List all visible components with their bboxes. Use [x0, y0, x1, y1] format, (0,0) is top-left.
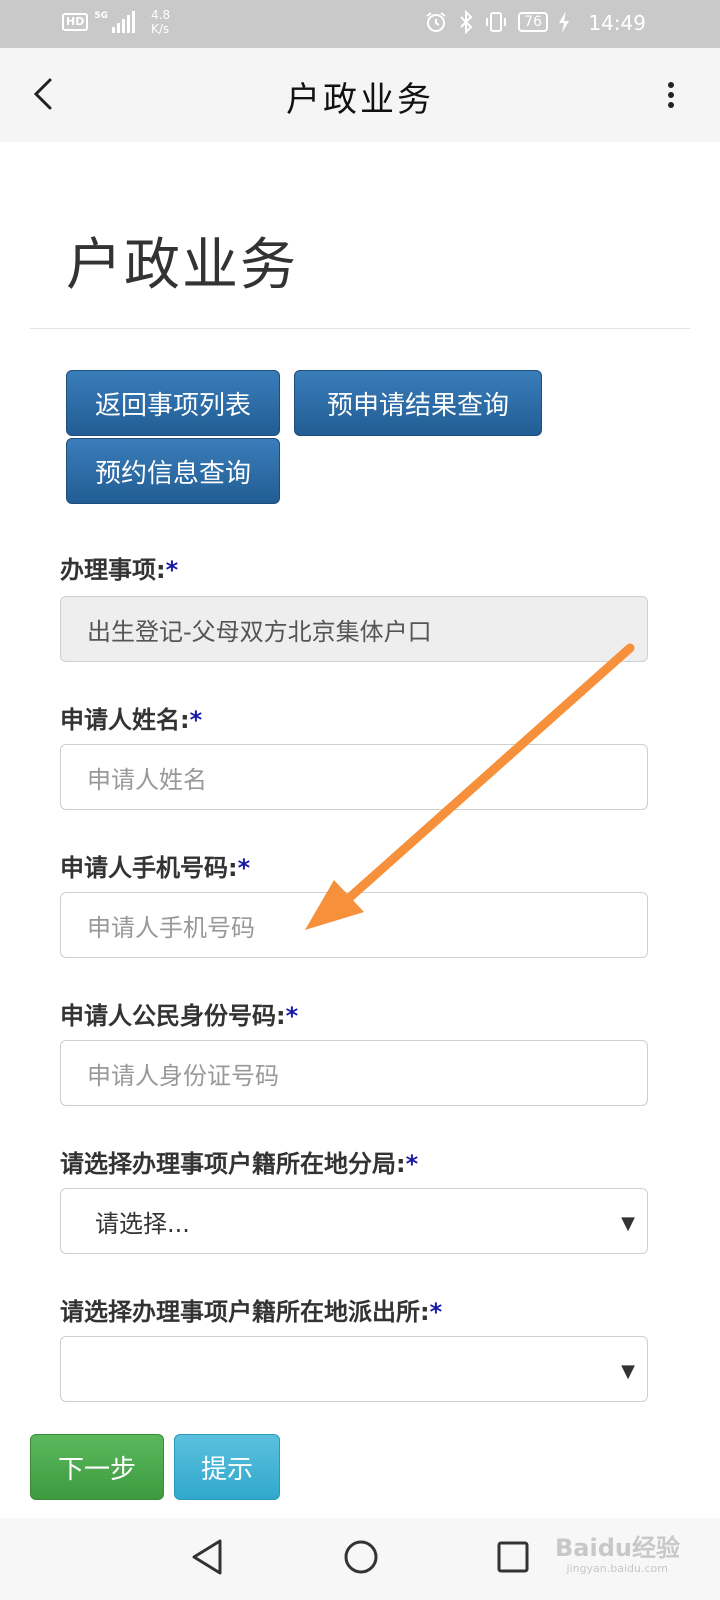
nav-back-icon[interactable]	[190, 1538, 224, 1576]
status-right-group: 76	[424, 10, 570, 34]
nav-home-icon[interactable]	[342, 1538, 380, 1576]
net-speed: 4.8 K/s	[151, 8, 170, 36]
applicant-id-placeholder: 申请人身份证号码	[87, 1061, 279, 1090]
net-speed-unit: K/s	[151, 22, 170, 36]
applicant-id-label: 申请人公民身份号码:*	[60, 996, 298, 1031]
item-field-value: 出生登记-父母双方北京集体户口	[87, 617, 432, 646]
item-label-text: 办理事项:	[60, 556, 166, 584]
applicant-phone-placeholder: 申请人手机号码	[87, 913, 255, 942]
next-step-button[interactable]: 下一步	[30, 1434, 164, 1500]
branch-bureau-label: 请选择办理事项户籍所在地分局:*	[60, 1144, 418, 1179]
applicant-id-input[interactable]: 申请人身份证号码	[60, 1040, 648, 1106]
caret-down-icon: ▼	[621, 1213, 635, 1234]
back-to-list-button[interactable]: 返回事项列表	[66, 370, 280, 436]
status-time: 14:49	[588, 11, 646, 35]
pre-apply-query-button[interactable]: 预申请结果查询	[294, 370, 542, 436]
watermark-url: jingyan.baidu.com	[566, 1562, 668, 1575]
applicant-name-placeholder: 申请人姓名	[87, 765, 207, 794]
item-field: 出生登记-父母双方北京集体户口	[60, 596, 648, 662]
applicant-name-label-text: 申请人姓名:	[60, 706, 190, 734]
app-bar-title: 户政业务	[286, 80, 434, 120]
hd-badge: HD	[62, 13, 89, 31]
divider	[30, 328, 690, 329]
required-mark: *	[429, 1298, 443, 1326]
page-title: 户政业务	[66, 233, 298, 298]
police-station-label: 请选择办理事项户籍所在地派出所:*	[60, 1292, 442, 1327]
police-station-select[interactable]: ▼	[60, 1336, 648, 1402]
required-mark: *	[189, 706, 203, 734]
watermark-logo: Baidu经验	[555, 1534, 680, 1562]
applicant-phone-label-text: 申请人手机号码:	[60, 854, 238, 882]
applicant-name-label: 申请人姓名:*	[60, 700, 202, 735]
required-mark: *	[165, 556, 179, 584]
branch-bureau-select[interactable]: 请选择... ▼	[60, 1188, 648, 1254]
status-left-group: HD 5G 4.8 K/s	[62, 8, 170, 36]
required-mark: *	[285, 1002, 299, 1030]
nav-recents-icon[interactable]	[496, 1538, 530, 1576]
applicant-name-input[interactable]: 申请人姓名	[60, 744, 648, 810]
vibrate-icon	[486, 12, 507, 32]
required-mark: *	[237, 854, 251, 882]
bluetooth-icon	[460, 10, 473, 34]
status-bar: HD 5G 4.8 K/s 76 14:49	[0, 0, 720, 48]
caret-down-icon: ▼	[621, 1361, 635, 1382]
required-mark: *	[405, 1150, 419, 1178]
battery-icon: 76	[518, 12, 548, 32]
appointment-query-button[interactable]: 预约信息查询	[66, 438, 280, 504]
item-label: 办理事项:*	[60, 550, 178, 585]
applicant-phone-label: 申请人手机号码:*	[60, 848, 250, 883]
net-speed-value: 4.8	[151, 8, 171, 22]
alarm-icon	[426, 12, 446, 32]
applicant-id-label-text: 申请人公民身份号码:	[60, 1002, 286, 1030]
applicant-phone-input[interactable]: 申请人手机号码	[60, 892, 648, 958]
hint-button[interactable]: 提示	[174, 1434, 280, 1500]
branch-bureau-selected: 请选择...	[95, 1209, 190, 1238]
charging-icon	[559, 11, 569, 33]
police-station-label-text: 请选择办理事项户籍所在地派出所:	[60, 1298, 430, 1326]
signal-label: 5G	[94, 11, 108, 21]
app-bar: 户政业务	[0, 48, 720, 142]
signal-icon: 5G	[94, 11, 135, 33]
branch-bureau-label-text: 请选择办理事项户籍所在地分局:	[60, 1150, 406, 1178]
more-vertical-icon[interactable]	[666, 80, 676, 110]
